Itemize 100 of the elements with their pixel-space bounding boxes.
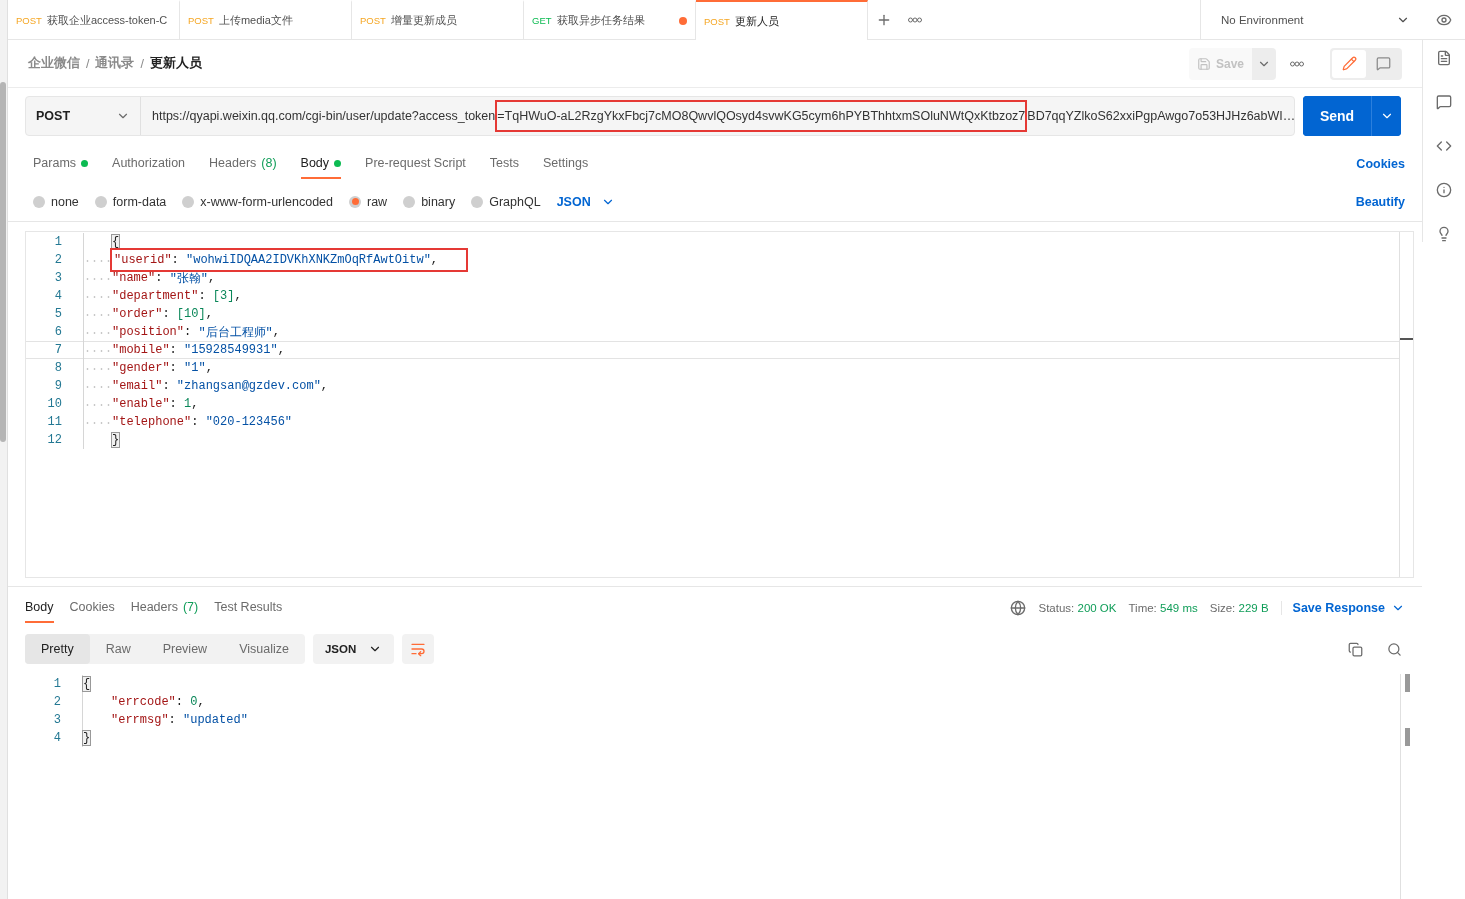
code-brace: { [83, 677, 91, 691]
lightbulb-icon[interactable] [1436, 226, 1452, 242]
request-section-tab[interactable]: Tests [489, 149, 519, 179]
code-token: : [171, 253, 180, 267]
line-number: 3 [53, 271, 62, 285]
request-section-tab[interactable]: Settings [543, 149, 589, 179]
tab-title: 更新人员 [734, 13, 779, 29]
view-mode-tab[interactable]: Visualize [223, 634, 305, 664]
breadcrumb-item[interactable]: 企业微信 [28, 55, 80, 72]
save-icon [1196, 56, 1211, 71]
code-token: , [205, 361, 213, 375]
code-icon[interactable] [1436, 138, 1452, 154]
environment-select[interactable]: No Environment [1200, 0, 1422, 39]
line-number: 6 [53, 325, 62, 339]
line-number: 1 [53, 235, 62, 249]
response-tab[interactable]: Cookies [69, 592, 115, 623]
body-type-radio[interactable]: none [33, 194, 79, 209]
code-token: : [198, 289, 207, 303]
more-icon[interactable] [1290, 60, 1304, 67]
more-icon[interactable] [908, 16, 922, 23]
comment-icon[interactable] [1436, 94, 1452, 110]
code-token: "userid" [114, 253, 172, 267]
code-token: : [184, 325, 193, 339]
code-token: "order" [112, 307, 163, 321]
view-mode-tab[interactable]: Preview [146, 634, 224, 664]
line-number: 11 [46, 415, 62, 429]
request-section-tab[interactable]: Body [300, 149, 342, 179]
response-tab[interactable]: Headers (7) [130, 592, 199, 623]
breadcrumb-item: 更新人员 [149, 55, 202, 72]
info-icon[interactable] [1436, 182, 1452, 198]
line-number: 2 [52, 695, 61, 709]
body-type-radio[interactable]: GraphQL [471, 194, 541, 209]
code-token: , [430, 253, 439, 267]
response-stat: Time: 549 ms [1128, 601, 1198, 614]
method-label: POST [704, 15, 730, 27]
breadcrumb-separator: / [140, 56, 144, 71]
code-token: "wohwiIDQAA2IDVKhXNKZmOqRfAwtOitw" [186, 253, 431, 267]
body-type-radio[interactable]: form-data [94, 194, 167, 209]
wrap-icon [410, 641, 427, 657]
code-token: "后台工程师" [198, 324, 273, 341]
tab-title: 获取异步任务结果 [556, 13, 645, 28]
scrollbar-thumb[interactable] [1405, 728, 1410, 746]
request-section-tab[interactable]: Pre-request Script [365, 149, 466, 179]
view-mode-tab[interactable]: Raw [89, 634, 147, 664]
line-number: 4 [53, 289, 62, 303]
code-token: "department" [112, 289, 199, 303]
request-section-tab[interactable]: Authorization [112, 149, 186, 179]
code-token: : [191, 415, 200, 429]
line-number: 3 [52, 713, 61, 727]
line-number: 10 [46, 397, 62, 411]
format-select[interactable]: JSON [312, 634, 395, 664]
line-number: 7 [53, 343, 62, 357]
code-token: : [162, 379, 171, 393]
body-type-radio[interactable]: x-www-form-urlencoded [182, 194, 333, 209]
code-token: "1" [184, 361, 206, 375]
code-token: : [169, 397, 178, 411]
body-type-radio[interactable]: raw [349, 194, 388, 209]
request-tab[interactable]: POST 更新人员 [696, 0, 868, 40]
search-icon[interactable] [1387, 641, 1402, 657]
code-token: "errcode" [111, 695, 176, 709]
code-token: [10] [176, 307, 206, 321]
request-section-tab[interactable]: Headers (8) [209, 149, 277, 179]
wrap-button[interactable] [402, 634, 435, 664]
comment-icon [1375, 56, 1391, 71]
scrollbar-thumb[interactable] [0, 82, 6, 442]
language-select[interactable]: JSON [556, 194, 615, 209]
cookies-link[interactable]: Cookies [1356, 157, 1405, 171]
view-mode-tab[interactable]: Pretty [25, 634, 90, 664]
line-number: 4 [52, 731, 61, 745]
tab-title: 上传media文件 [218, 13, 293, 28]
code-token: "张翰" [169, 270, 209, 287]
code-token: "telephone" [112, 415, 192, 429]
code-token: : [169, 343, 178, 357]
code-token: "zhangsan@gzdev.com" [176, 379, 321, 393]
code-token: , [277, 343, 285, 357]
code-brace: } [83, 731, 91, 745]
request-section-tab[interactable]: Params [33, 149, 89, 179]
code-brace: { [112, 235, 120, 249]
response-tab[interactable]: Test Results [214, 592, 283, 623]
beautify-link[interactable]: Beautify [1355, 194, 1405, 209]
code-token: : [175, 695, 184, 709]
response-stat: Status: 200 OK [1038, 601, 1117, 614]
line-number: 1 [52, 677, 61, 691]
breadcrumb-item[interactable]: 通讯录 [95, 55, 135, 72]
save-response-button[interactable]: Save Response [1280, 600, 1405, 615]
document-icon[interactable] [1436, 50, 1452, 66]
code-token: , [234, 289, 242, 303]
copy-icon[interactable] [1348, 641, 1363, 657]
code-token: : [169, 361, 178, 375]
code-token: "020-123456" [205, 415, 293, 429]
code-token: "gender" [112, 361, 170, 375]
response-tab[interactable]: Body [25, 592, 54, 623]
pencil-icon [1341, 56, 1357, 71]
code-token: "name" [112, 271, 156, 285]
body-type-radio[interactable]: binary [403, 194, 456, 209]
edit-button[interactable] [1332, 49, 1366, 78]
globe-icon[interactable] [1010, 599, 1027, 616]
code-token: : [168, 713, 177, 727]
scrollbar-thumb[interactable] [1400, 338, 1413, 340]
scrollbar-thumb[interactable] [1405, 674, 1410, 692]
